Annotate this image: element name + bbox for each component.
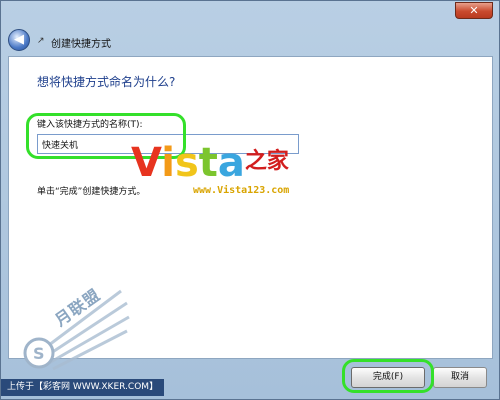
close-button[interactable]: ✕ [455,2,493,19]
upload-credit: 上传于【彩客网 WWW.XKER.COM】 [1,379,165,396]
vista-watermark: Vista之家 www.Vista123.com [131,139,331,209]
wizard-title: 创建快捷方式 [51,39,111,50]
finish-hint: 单击“完成”创建快捷方式。 [37,187,146,197]
shortcut-icon: ↗ [37,36,45,46]
back-arrow-icon: ◀ [14,32,24,47]
highlight-ring-finish [342,359,434,393]
back-button[interactable]: ◀ [8,29,30,51]
page-heading: 想将快捷方式命名为什么? [37,75,176,89]
svg-text:S: S [33,344,45,363]
watermark-url: www.Vista123.com [193,185,290,196]
vista-logo: Vista之家 [131,140,289,186]
cancel-button[interactable]: 取消 [433,367,487,388]
wizard-window: ✕ ◀ ↗ 创建快捷方式 想将快捷方式命名为什么? 键入该快捷方式的名称(T):… [0,0,500,400]
